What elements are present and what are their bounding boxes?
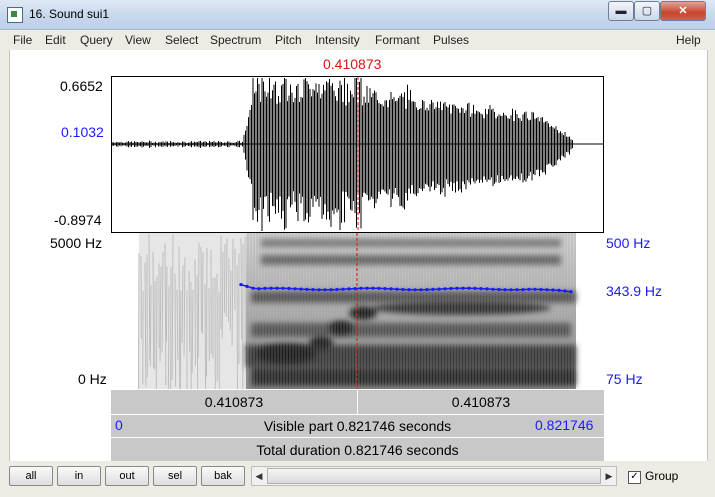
close-button[interactable]: ✕: [660, 1, 706, 21]
spectrogram-top-label: 5000 Hz: [50, 235, 103, 251]
menu-pulses[interactable]: Pulses: [433, 33, 469, 47]
group-label: Group: [645, 469, 679, 483]
waveform-panel[interactable]: [111, 76, 604, 233]
waveform-svg: [112, 77, 603, 232]
in-button[interactable]: in: [57, 466, 101, 486]
menu-bar: File Edit Query View Select Spectrum Pit…: [0, 30, 715, 50]
left-time-cell[interactable]: 0.410873: [111, 390, 358, 414]
visible-part-bar[interactable]: Visible part 0.821746 seconds: [111, 414, 604, 437]
visible-end-label: 0.821746: [535, 417, 594, 433]
pitch-top-label: 500 Hz: [606, 235, 651, 251]
selection-time-bar[interactable]: 0.410873 0.410873: [111, 389, 604, 414]
waveform-min-label: -0.8974: [54, 212, 102, 228]
group-checkbox[interactable]: ✓: [628, 471, 641, 484]
total-duration-bar[interactable]: Total duration 0.821746 seconds: [111, 437, 604, 461]
visible-start-label: 0: [115, 417, 123, 433]
menu-select[interactable]: Select: [165, 33, 198, 47]
sound-editor-window: 16. Sound sui1 ▬ ▢ ✕ File Edit Query Vie…: [0, 0, 715, 497]
menu-file[interactable]: File: [13, 33, 32, 47]
scroll-thumb[interactable]: [267, 468, 601, 484]
all-button[interactable]: all: [9, 466, 53, 486]
scroll-right-arrow-icon[interactable]: ▶: [602, 467, 616, 485]
out-button[interactable]: out: [105, 466, 149, 486]
spectrogram-svg: [111, 233, 604, 389]
menu-edit[interactable]: Edit: [45, 33, 66, 47]
visible-part-label: Visible part 0.821746 seconds: [263, 418, 452, 434]
waveform-max-label: 0.6652: [60, 78, 103, 94]
window-title: 16. Sound sui1: [29, 7, 110, 21]
maximize-button[interactable]: ▢: [634, 1, 660, 21]
title-bar[interactable]: 16. Sound sui1 ▬ ▢ ✕: [0, 0, 715, 30]
minimize-button[interactable]: ▬: [608, 1, 634, 21]
spectrogram-bottom-label: 0 Hz: [78, 371, 107, 387]
pitch-value-label: 343.9 Hz: [606, 283, 663, 299]
time-scrollbar[interactable]: ◀ ▶: [251, 466, 617, 486]
spectrogram-panel[interactable]: [111, 233, 604, 389]
sel-button[interactable]: sel: [153, 466, 197, 486]
menu-query[interactable]: Query: [80, 33, 113, 47]
menu-help[interactable]: Help: [676, 33, 701, 47]
pitch-bottom-label: 75 Hz: [606, 371, 643, 387]
menu-view[interactable]: View: [125, 33, 151, 47]
bak-button[interactable]: bak: [201, 466, 245, 486]
right-time-cell[interactable]: 0.410873: [358, 390, 604, 414]
menu-spectrum[interactable]: Spectrum: [210, 33, 261, 47]
menu-formant[interactable]: Formant: [375, 33, 420, 47]
scroll-left-arrow-icon[interactable]: ◀: [252, 467, 266, 485]
app-icon: [7, 7, 23, 23]
menu-pitch[interactable]: Pitch: [275, 33, 302, 47]
total-duration-label: Total duration 0.821746 seconds: [256, 442, 459, 458]
waveform-cursor-value-label: 0.1032: [61, 124, 104, 140]
menu-intensity[interactable]: Intensity: [315, 33, 360, 47]
bottom-toolbar: all in out sel bak ◀ ▶: [0, 461, 715, 497]
cursor-time-label: 0.410873: [323, 56, 382, 72]
